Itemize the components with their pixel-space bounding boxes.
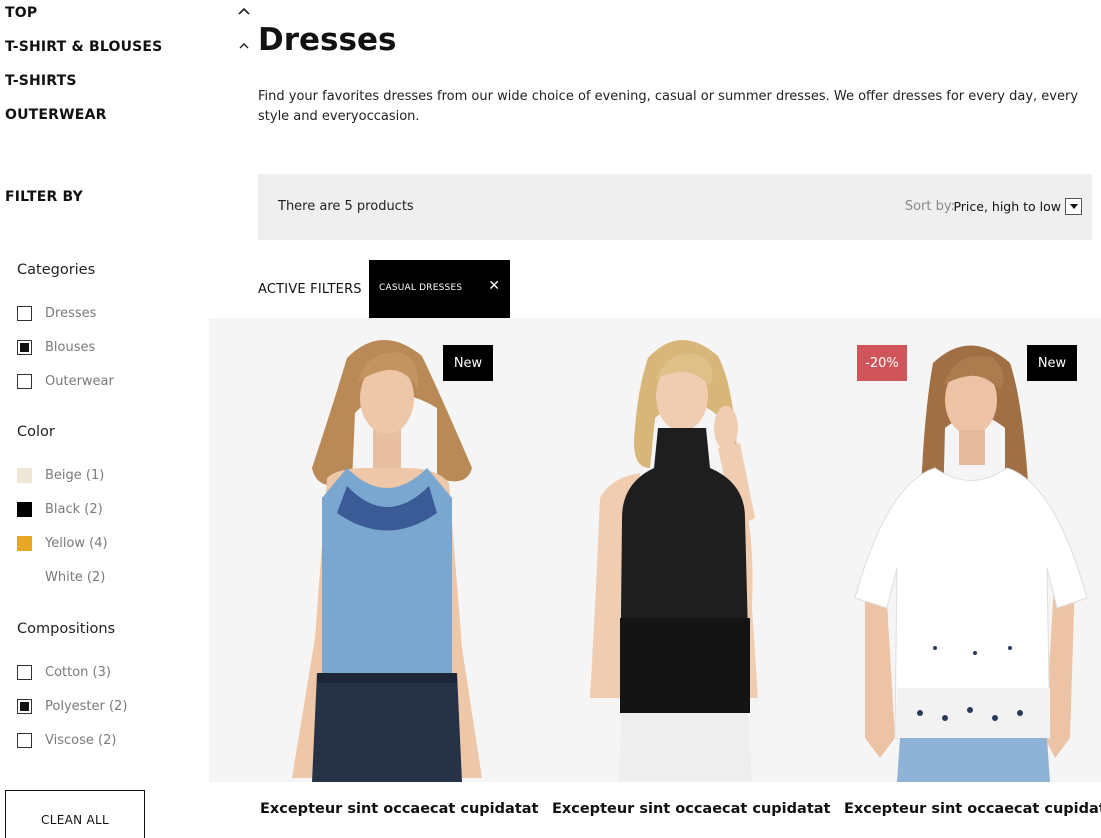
color-swatch[interactable] [17,569,32,585]
option-label: Viscose (2) [45,732,117,748]
category-description: Find your favorites dresses from our wid… [258,89,1079,124]
checkbox[interactable] [17,373,32,389]
nav-item-top[interactable]: TOP [5,5,37,21]
active-filters-label: ACTIVE FILTERS [258,282,362,297]
filter-option-blouses[interactable]: Blouses [17,338,95,356]
product-title[interactable]: Excepteur sint occaecat cupidatat [260,801,538,817]
badge-new: New [1027,345,1077,381]
color-option-white[interactable]: White (2) [17,568,105,586]
option-label: White (2) [45,569,106,585]
checkbox-checked[interactable] [17,339,32,355]
page-title: Dresses [258,22,397,58]
sort-label: Sort by: [904,199,955,214]
option-label: Polyester (2) [45,698,128,714]
product-count: There are 5 products [278,199,414,214]
color-option-black[interactable]: Black (2) [17,500,103,518]
product-title[interactable]: Excepteur sint occaecat cupidatat [844,801,1101,817]
product-title[interactable]: Excepteur sint occaecat cupidatat [552,801,830,817]
option-label: Yellow (4) [45,535,108,551]
dropdown-arrow-icon[interactable] [1065,198,1082,215]
active-filter-label: CASUAL DRESSES [379,283,463,293]
products-toolbar: There are 5 products Sort by: Price, hig… [258,174,1092,240]
clean-all-button[interactable]: CLEAN ALL [5,790,145,838]
product-image[interactable] [237,318,529,782]
compositions-heading: Compositions [17,621,116,637]
active-filter-chip: CASUAL DRESSES ✕ [369,260,510,318]
filter-option-dresses[interactable]: Dresses [17,304,96,322]
option-label: Outerwear [45,373,114,389]
color-option-beige[interactable]: Beige (1) [17,466,104,484]
badge-new: New [443,345,493,381]
checkbox[interactable] [17,664,32,680]
chevron-up-icon[interactable] [239,42,249,49]
option-label: Cotton (3) [45,664,111,680]
option-label: Dresses [45,305,97,321]
badge-discount: -20% [857,345,907,381]
close-icon[interactable]: ✕ [488,278,500,294]
filter-option-outerwear[interactable]: Outerwear [17,372,114,390]
color-swatch[interactable] [17,535,32,551]
filter-option-viscose[interactable]: Viscose (2) [17,731,116,749]
product-image[interactable] [825,318,1101,782]
checkbox[interactable] [17,305,32,321]
sort-select[interactable]: Price, high to low [953,199,1061,214]
color-option-yellow[interactable]: Yellow (4) [17,534,108,552]
option-label: Black (2) [45,501,103,517]
chevron-up-icon[interactable] [238,7,250,15]
categories-heading: Categories [17,262,96,278]
filter-option-polyester[interactable]: Polyester (2) [17,697,127,715]
nav-item-tshirt-blouses[interactable]: T-SHIRT & BLOUSES [5,39,162,55]
color-heading: Color [17,424,55,440]
color-swatch[interactable] [17,467,32,483]
color-swatch[interactable] [17,501,32,517]
option-label: Blouses [45,339,96,355]
filter-by-heading: FILTER BY [5,189,83,205]
nav-item-tshirts[interactable]: T-SHIRTS [5,73,77,89]
checkbox-checked[interactable] [17,698,32,714]
filter-option-cotton[interactable]: Cotton (3) [17,663,111,681]
checkbox[interactable] [17,732,32,748]
option-label: Beige (1) [45,467,105,483]
nav-item-outerwear[interactable]: OUTERWEAR [5,107,107,123]
product-image[interactable] [530,318,822,782]
